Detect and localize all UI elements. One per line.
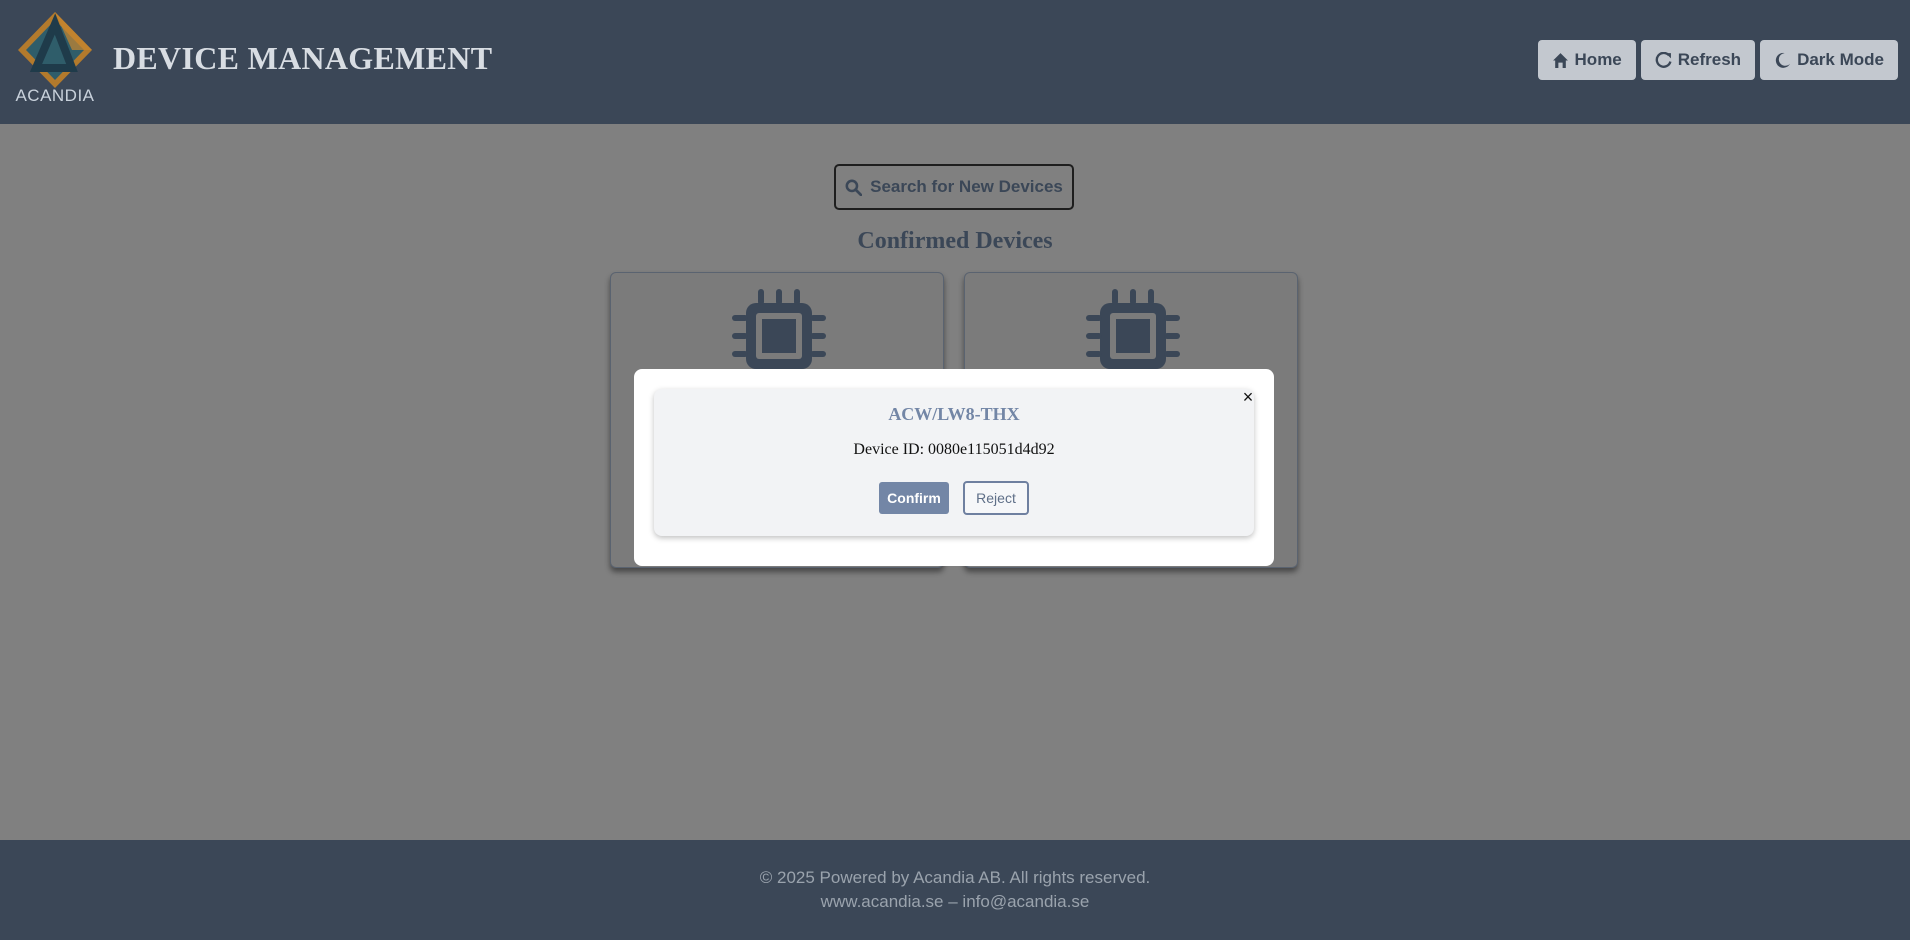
header-nav: Home Refresh Dark Mode — [1537, 40, 1898, 80]
search-devices-label: Search for New Devices — [870, 177, 1063, 196]
dark-mode-button-label: Dark Mode — [1797, 50, 1884, 69]
dark-mode-button[interactable]: Dark Mode — [1760, 40, 1898, 80]
search-devices-button[interactable]: Search for New Devices — [834, 164, 1074, 210]
refresh-button-label: Refresh — [1677, 50, 1742, 69]
refresh-icon — [1655, 51, 1672, 68]
page-title: DEVICE MANAGEMENT — [113, 40, 493, 76]
home-button[interactable]: Home — [1537, 40, 1636, 80]
device-id-text: Device ID: 0080e115051d4d92 — [853, 441, 1055, 458]
refresh-button[interactable]: Refresh — [1640, 40, 1756, 80]
modal-title: ACW/LW8-THX — [888, 404, 1020, 424]
footer-copyright: © 2025 Powered by Acandia AB. All rights… — [759, 868, 1151, 887]
footer-contact: www.acandia.se – info@acandia.se — [820, 892, 1090, 911]
moon-icon — [1775, 52, 1791, 68]
search-icon — [845, 179, 863, 196]
home-button-label: Home — [1574, 50, 1622, 69]
confirm-button[interactable]: Confirm — [879, 482, 949, 514]
app-header: ACANDIA DEVICE MANAGEMENT Home Refresh D… — [0, 0, 1910, 124]
logo-text: ACANDIA — [15, 86, 95, 105]
reject-button[interactable]: Reject — [963, 481, 1029, 515]
home-icon — [1552, 52, 1568, 68]
app-footer — [0, 840, 1910, 940]
modal-actions: Confirm Reject — [654, 481, 1254, 515]
section-title: Confirmed Devices — [857, 228, 1053, 254]
